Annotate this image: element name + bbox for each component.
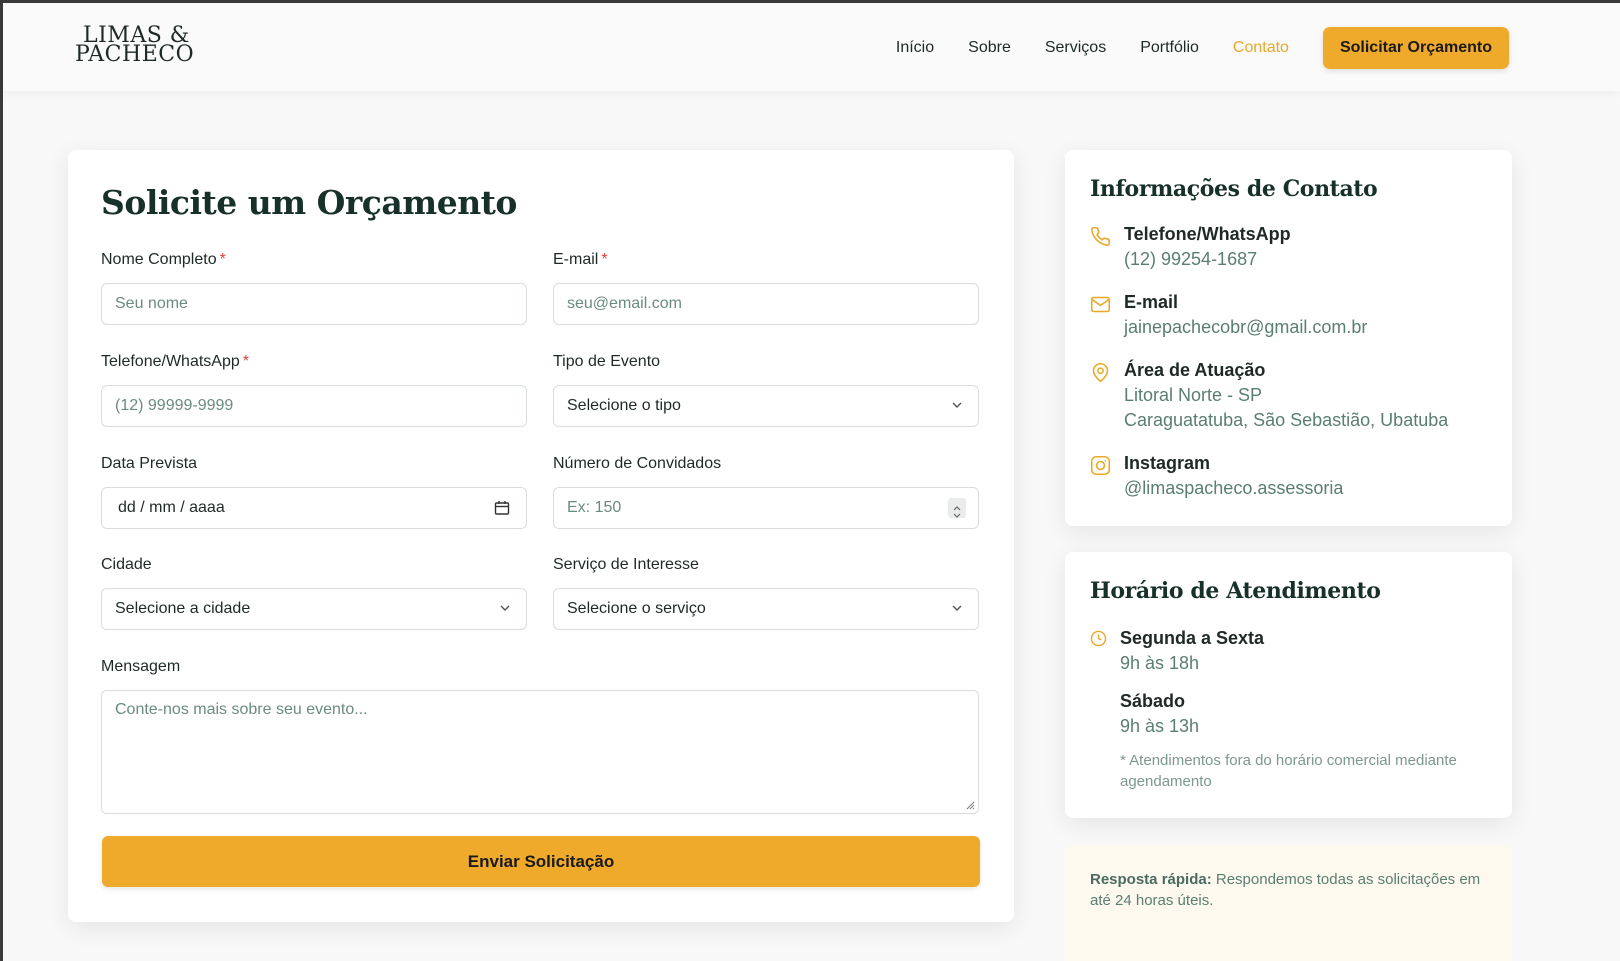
date-label: Data Prevista (101, 455, 198, 472)
hours-note: * Atendimentos fora do horário comercial… (1120, 752, 1457, 790)
contact-phone-title: Telefone/WhatsApp (1124, 224, 1291, 244)
main-nav: Início Sobre Serviços Portfólio Contato … (862, 27, 1509, 69)
resize-handle-icon[interactable] (965, 800, 975, 810)
guests-input[interactable]: Ex: 150 (553, 487, 979, 529)
city-field: Cidade Selecione a cidade (101, 556, 527, 630)
quote-form-card: Solicite um Orçamento Nome Completo * Seu… (68, 150, 1014, 922)
contact-email-title: E-mail (1124, 292, 1179, 312)
hours-weekday-title: Segunda a Sexta (1120, 628, 1265, 648)
message-label: Mensagem (101, 658, 181, 675)
date-input[interactable]: dd / mm / aaaa (101, 487, 527, 529)
nav-servicos[interactable]: Serviços (1045, 27, 1106, 69)
hours-saturday-value: 9h às 13h (1120, 716, 1200, 736)
chevron-down-icon (952, 402, 962, 408)
guests-field: Número de Convidados Ex: 150 (553, 455, 979, 529)
message-field: Mensagem Conte-nos mais sobre seu evento… (101, 658, 979, 814)
contact-title: Informações de Contato (1090, 176, 1378, 202)
clock-icon (1090, 630, 1107, 647)
quick-response-box: Resposta rápida: Respondemos todas as so… (1065, 845, 1512, 961)
city-select[interactable]: Selecione a cidade (101, 588, 527, 630)
nav-sobre[interactable]: Sobre (968, 27, 1011, 69)
email-field: E-mail * seu@email.com (553, 251, 979, 325)
service-label: Serviço de Interesse (553, 556, 699, 573)
city-label: Cidade (101, 556, 152, 573)
phone-label: Telefone/WhatsApp * (101, 353, 249, 370)
chevron-down-icon (500, 605, 510, 611)
email-label: E-mail * (553, 251, 608, 268)
request-quote-button[interactable]: Solicitar Orçamento (1322, 27, 1509, 69)
calendar-icon[interactable] (494, 500, 510, 516)
submit-button[interactable]: Enviar Solicitação (102, 836, 980, 887)
contact-area-line2: Caraguatatuba, São Sebastião, Ubatuba (1124, 410, 1449, 430)
phone-field: Telefone/WhatsApp * (12) 99999-9999 (101, 353, 527, 427)
name-input[interactable]: Seu nome (101, 283, 527, 325)
site-header: LIMAS & PACHECO Início Sobre Serviços Po… (3, 3, 1620, 91)
nav-portfolio[interactable]: Portfólio (1140, 27, 1199, 69)
guests-label: Número de Convidados (553, 455, 722, 472)
hours-title: Horário de Atendimento (1090, 578, 1381, 604)
nav-inicio[interactable]: Início (896, 27, 934, 69)
service-select[interactable]: Selecione o serviço (553, 588, 979, 630)
quick-response-text: Resposta rápida: Respondemos todas as so… (1090, 871, 1481, 909)
message-textarea[interactable]: Conte-nos mais sobre seu evento... (101, 690, 979, 814)
phone-input[interactable]: (12) 99999-9999 (101, 385, 527, 427)
number-stepper[interactable] (948, 498, 966, 518)
contact-phone-value[interactable]: (12) 99254-1687 (1124, 249, 1257, 270)
mail-icon (1090, 296, 1111, 313)
contact-instagram-value[interactable]: @limaspacheco.assessoria (1124, 478, 1343, 499)
contact-info-card: Informações de Contato Telefone/WhatsApp… (1065, 150, 1512, 526)
hours-weekday-value: 9h às 18h (1120, 653, 1200, 673)
nav-contato[interactable]: Contato (1233, 27, 1289, 69)
logo[interactable]: LIMAS & PACHECO (75, 25, 194, 66)
event-type-label: Tipo de Evento (553, 353, 661, 370)
instagram-icon (1090, 455, 1111, 476)
map-pin-icon (1092, 362, 1109, 383)
hours-card: Horário de Atendimento Segunda a Sexta 9… (1065, 552, 1512, 818)
chevron-down-icon (952, 605, 962, 611)
contact-email-value[interactable]: jainepachecobr@gmail.com.br (1124, 317, 1367, 338)
date-field: Data Prevista dd / mm / aaaa (101, 455, 527, 529)
event-type-field: Tipo de Evento Selecione o tipo (553, 353, 979, 427)
name-field: Nome Completo * Seu nome (101, 251, 527, 325)
phone-icon (1091, 226, 1111, 246)
contact-area-line1: Litoral Norte - SP (1124, 385, 1263, 405)
email-input[interactable]: seu@email.com (553, 283, 979, 325)
name-label: Nome Completo * (101, 251, 226, 268)
hours-saturday-title: Sábado (1120, 691, 1186, 711)
event-type-select[interactable]: Selecione o tipo (553, 385, 979, 427)
form-title: Solicite um Orçamento (101, 183, 517, 222)
contact-instagram-title: Instagram (1124, 453, 1211, 473)
service-field: Serviço de Interesse Selecione o serviço (553, 556, 979, 630)
contact-area-title: Área de Atuação (1124, 360, 1266, 380)
